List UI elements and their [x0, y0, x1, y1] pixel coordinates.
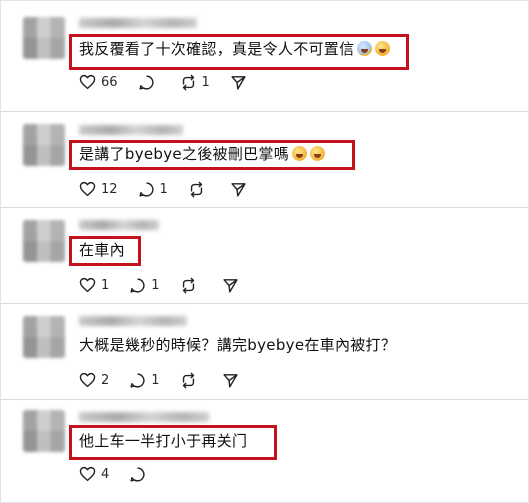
- pleading-face-icon: [375, 41, 391, 56]
- like-button[interactable]: 2: [79, 372, 109, 388]
- username-blurred[interactable]: [79, 220, 159, 230]
- share-button[interactable]: [222, 277, 239, 294]
- comment-text-content: 我反覆看了十次確認，真是令人不可置信: [79, 40, 355, 58]
- repost-icon: [190, 181, 202, 197]
- like-button[interactable]: 1: [79, 277, 109, 293]
- username-blurred[interactable]: [79, 412, 209, 422]
- pleading-face-icon: [292, 146, 308, 161]
- comment-text-content: 是講了byebye之後被刪巴掌嗎: [79, 145, 290, 163]
- avatar[interactable]: [23, 410, 65, 452]
- comment-item: 大概是幾秒的時候？講完byebye在車內被打？ 2 1: [1, 304, 529, 399]
- username-blurred[interactable]: [79, 18, 197, 28]
- like-button[interactable]: 12: [79, 181, 118, 197]
- comment-text: 他上车一半打小于再关门: [79, 431, 247, 451]
- like-button[interactable]: 4: [79, 466, 109, 482]
- send-icon: [222, 373, 238, 388]
- pleading-face-icon: [310, 146, 326, 161]
- reply-count: 1: [159, 181, 168, 197]
- repost-icon: [182, 372, 194, 388]
- comment-thread: 我反覆看了十次確認，真是令人不可置信 66 1 是講了byebye之後被刪巴掌嗎: [0, 0, 529, 503]
- like-count: 12: [101, 181, 118, 197]
- action-bar: 4: [79, 464, 171, 484]
- speech-bubble-icon: [138, 181, 154, 197]
- username-blurred[interactable]: [79, 316, 187, 326]
- send-icon: [231, 75, 246, 90]
- avatar[interactable]: [23, 17, 65, 59]
- speech-bubble-icon: [138, 74, 154, 90]
- action-bar: 1 1: [79, 275, 259, 295]
- comment-text: 大概是幾秒的時候？講完byebye在車內被打？: [79, 335, 396, 355]
- heart-icon: [79, 466, 96, 482]
- comment-item: 我反覆看了十次確認，真是令人不可置信 66 1: [1, 1, 529, 111]
- reply-count: 1: [151, 372, 160, 388]
- avatar[interactable]: [23, 316, 65, 358]
- heart-icon: [79, 74, 96, 90]
- comment-item: 在車內 1 1: [1, 208, 529, 303]
- face-screaming-icon: [357, 41, 373, 56]
- like-count: 2: [101, 372, 110, 388]
- like-button[interactable]: 66: [79, 74, 118, 90]
- repost-button[interactable]: [180, 277, 202, 294]
- heart-icon: [79, 372, 96, 388]
- like-count: 66: [101, 74, 118, 90]
- comment-text: 在車內: [79, 240, 125, 260]
- comment-item: 他上车一半打小于再关门 4: [1, 400, 529, 503]
- repost-button[interactable]: [188, 181, 210, 198]
- heart-icon: [79, 181, 96, 197]
- send-icon: [222, 278, 238, 293]
- reply-button[interactable]: 1: [129, 277, 160, 294]
- action-bar: 66 1: [79, 72, 267, 92]
- comment-text: 是講了byebye之後被刪巴掌嗎: [79, 144, 326, 164]
- reply-button[interactable]: [129, 466, 151, 483]
- repost-count: 1: [201, 74, 210, 90]
- reply-count: 1: [151, 277, 160, 293]
- repost-button[interactable]: [180, 372, 202, 389]
- reply-button[interactable]: 1: [129, 372, 160, 389]
- comment-text: 我反覆看了十次確認，真是令人不可置信: [79, 39, 391, 59]
- comment-text-content: 在車內: [79, 241, 125, 259]
- comment-text-content: 他上车一半打小于再关门: [79, 432, 248, 450]
- reply-button[interactable]: 1: [138, 181, 168, 198]
- share-button[interactable]: [222, 372, 239, 389]
- like-count: 4: [101, 466, 110, 482]
- comment-item: 是講了byebye之後被刪巴掌嗎 12 1: [1, 112, 529, 207]
- username-blurred[interactable]: [79, 125, 183, 135]
- repost-icon: [182, 277, 194, 293]
- avatar[interactable]: [23, 220, 65, 262]
- repost-button[interactable]: 1: [180, 74, 210, 91]
- speech-bubble-icon: [130, 372, 145, 388]
- comment-text-content: 大概是幾秒的時候？講完byebye在車內被打？: [79, 336, 397, 354]
- share-button[interactable]: [230, 74, 247, 91]
- repost-icon: [182, 74, 194, 90]
- share-button[interactable]: [230, 181, 247, 198]
- action-bar: 12 1: [79, 179, 267, 199]
- reply-button[interactable]: [138, 74, 160, 91]
- speech-bubble-icon: [130, 277, 145, 293]
- action-bar: 2 1: [79, 370, 259, 390]
- avatar[interactable]: [23, 124, 65, 166]
- heart-icon: [79, 277, 96, 293]
- send-icon: [231, 182, 246, 197]
- like-count: 1: [101, 277, 110, 293]
- speech-bubble-icon: [130, 466, 145, 482]
